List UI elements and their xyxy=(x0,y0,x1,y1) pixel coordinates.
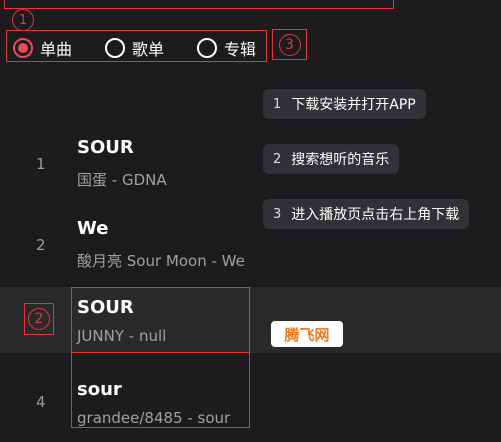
annotation-marker-3-label: 3 xyxy=(285,36,294,53)
song-index: 4 xyxy=(36,393,46,411)
song-index: 2 xyxy=(36,236,46,254)
radio-unselected-icon xyxy=(197,38,217,58)
song-title: We xyxy=(77,218,109,239)
step-tip-1: 1 下载安装并打开APP xyxy=(263,89,426,119)
search-type-radio-group: 单曲 歌单 专辑 xyxy=(6,30,267,62)
step-number: 1 xyxy=(273,96,282,112)
radio-album-label: 专辑 xyxy=(224,40,257,59)
radio-single[interactable]: 单曲 xyxy=(13,36,72,60)
annotation-marker-2: 2 xyxy=(24,303,54,335)
song-artist: 国蛋 - GDNA xyxy=(77,171,167,189)
radio-single-label: 单曲 xyxy=(40,40,73,59)
annotation-marker-3: 3 xyxy=(272,29,307,60)
step-text: 下载安装并打开APP xyxy=(291,97,416,113)
watermark-logo: 腾飞网 xyxy=(271,321,343,347)
annotation-box-song-4 xyxy=(71,352,250,428)
song-row-1[interactable]: 1 SOUR 国蛋 - GDNA xyxy=(0,125,501,205)
song-row-2[interactable]: 2 We 酸月亮 Sour Moon - We xyxy=(0,206,501,286)
song-artist: 酸月亮 Sour Moon - We xyxy=(77,252,245,270)
radio-playlist[interactable]: 歌单 xyxy=(105,36,164,60)
song-index: 1 xyxy=(36,155,46,173)
watermark-text: 腾飞网 xyxy=(284,325,330,344)
radio-playlist-label: 歌单 xyxy=(132,40,165,59)
annotation-marker-2-label: 2 xyxy=(34,311,44,327)
annotation-marker-1-label: 1 xyxy=(18,12,28,28)
radio-unselected-icon xyxy=(105,38,125,58)
radio-album[interactable]: 专辑 xyxy=(197,36,256,60)
radio-selected-icon xyxy=(13,38,33,58)
annotation-box-song-3 xyxy=(71,287,250,353)
annotation-marker-1: 1 xyxy=(12,9,34,31)
annotation-box-top xyxy=(4,0,394,9)
song-title: SOUR xyxy=(77,137,134,158)
